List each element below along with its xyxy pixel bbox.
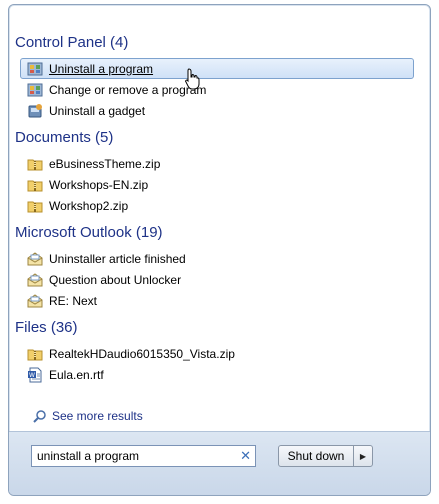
group-header-files[interactable]: Files (36) <box>15 319 78 336</box>
result-uninstaller-article-finished[interactable]: Uninstaller article finished <box>20 248 414 269</box>
result-label: RE: Next <box>49 293 98 308</box>
result-realtek-zip[interactable]: RealtekHDaudio6015350_Vista.zip <box>20 343 414 364</box>
result-change-or-remove-a-program[interactable]: Change or remove a program <box>20 79 414 100</box>
hand-cursor-icon <box>185 68 200 90</box>
rtf-document-icon: W <box>28 367 42 382</box>
result-workshop2-zip[interactable]: Workshop2.zip <box>20 195 414 216</box>
svg-text:W: W <box>29 372 35 379</box>
result-workshops-en-zip[interactable]: Workshops-EN.zip <box>20 174 414 195</box>
start-menu-search-results: Control Panel (4) Uninstall a program Ch… <box>8 4 431 496</box>
result-label: Uninstall a program <box>49 61 154 76</box>
chevron-right-icon[interactable]: ▶ <box>354 446 372 466</box>
see-more-results-link[interactable]: See more results <box>33 409 143 423</box>
control-panel-icon <box>27 62 43 75</box>
result-label: Workshop2.zip <box>49 198 129 213</box>
result-label: Eula.en.rtf <box>49 367 104 382</box>
control-panel-icon <box>27 83 43 96</box>
result-uninstall-a-program[interactable]: Uninstall a program <box>20 58 414 79</box>
result-label: Workshops-EN.zip <box>49 177 149 192</box>
search-icon <box>33 410 46 423</box>
result-ebusinesstheme-zip[interactable]: eBusinessTheme.zip <box>20 153 414 174</box>
result-label: Uninstaller article finished <box>49 251 186 266</box>
mail-icon <box>27 272 43 286</box>
result-question-about-unlocker[interactable]: Question about Unlocker <box>20 269 414 290</box>
mail-icon <box>27 251 43 265</box>
result-eula-en-rtf[interactable]: W Eula.en.rtf <box>20 364 414 385</box>
see-more-label: See more results <box>52 409 143 423</box>
shut-down-main[interactable]: Shut down <box>279 446 354 466</box>
search-input[interactable] <box>32 449 232 463</box>
zip-folder-icon <box>27 159 43 170</box>
group-header-control-panel[interactable]: Control Panel (4) <box>15 34 128 51</box>
result-label: RealtekHDaudio6015350_Vista.zip <box>49 346 235 361</box>
zip-folder-icon <box>27 349 43 360</box>
group-header-microsoft-outlook[interactable]: Microsoft Outlook (19) <box>15 224 163 241</box>
result-label: Change or remove a program <box>49 82 207 97</box>
zip-folder-icon <box>27 180 43 191</box>
close-icon[interactable]: ✕ <box>240 448 251 464</box>
gadget-icon <box>28 103 42 117</box>
result-label: eBusinessTheme.zip <box>49 156 161 171</box>
result-label: Uninstall a gadget <box>49 103 146 118</box>
result-re-next[interactable]: RE: Next <box>20 290 414 311</box>
zip-folder-icon <box>27 201 43 212</box>
shut-down-button[interactable]: Shut down ▶ <box>278 445 373 467</box>
shut-down-label: Shut down <box>287 449 345 463</box>
group-header-documents[interactable]: Documents (5) <box>15 129 113 146</box>
result-label: Question about Unlocker <box>49 272 182 287</box>
mail-icon <box>27 293 43 307</box>
result-uninstall-a-gadget[interactable]: Uninstall a gadget <box>20 100 414 121</box>
search-box[interactable]: ✕ <box>31 445 256 467</box>
